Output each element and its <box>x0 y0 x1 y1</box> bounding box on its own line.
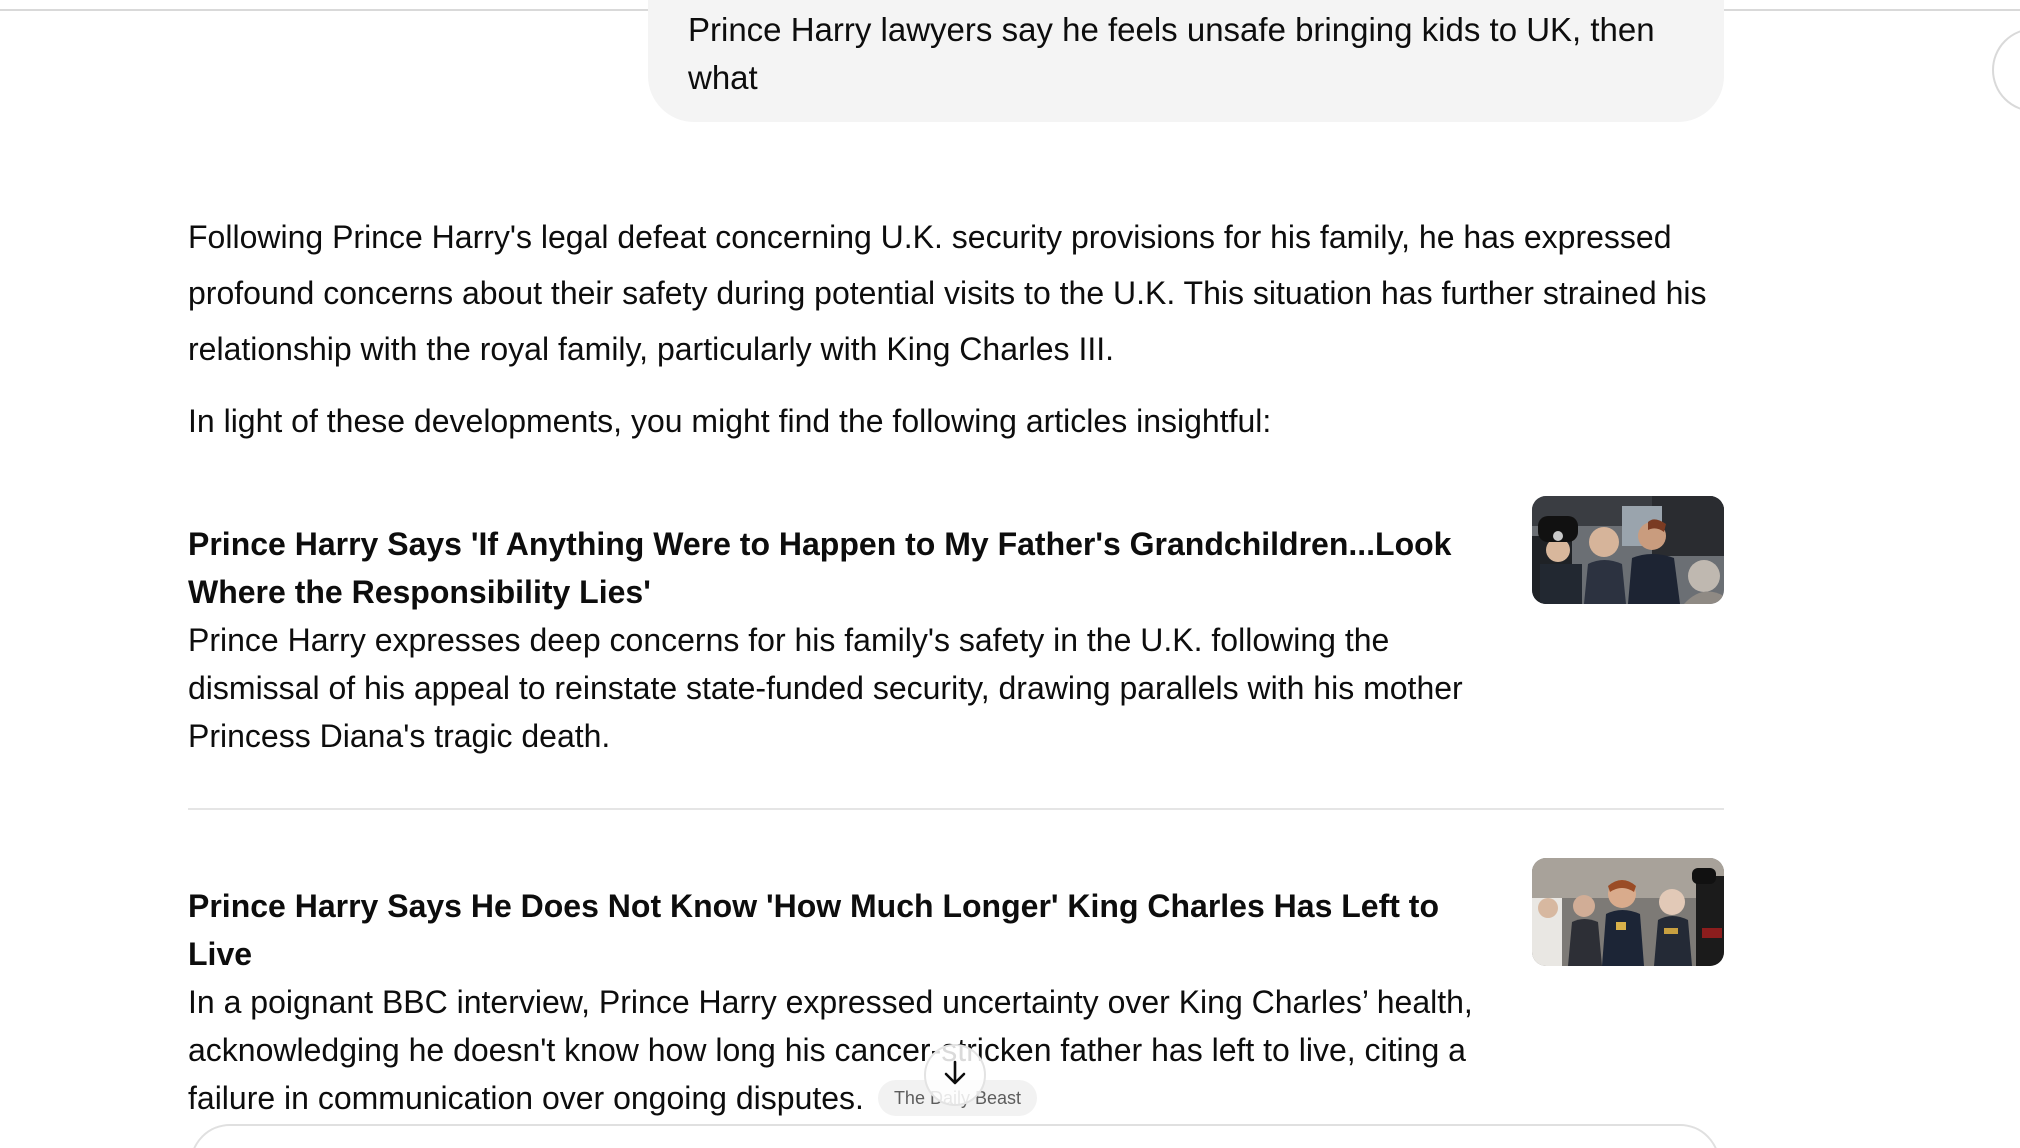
response-intro: Following Prince Harry's legal defeat co… <box>188 219 1707 367</box>
article-thumbnail[interactable] <box>1532 858 1724 966</box>
article-card[interactable]: Prince Harry Says 'If Anything Were to H… <box>188 496 1724 760</box>
article-title[interactable]: Prince Harry Says He Does Not Know 'How … <box>188 882 1488 978</box>
response-lead-in: In light of these developments, you migh… <box>188 403 1272 439</box>
user-message-bubble: Prince Harry lawyers say he feels unsafe… <box>648 0 1724 122</box>
side-action-button[interactable] <box>1992 28 2020 112</box>
message-composer[interactable] <box>190 1124 1720 1148</box>
article-summary: Prince Harry expresses deep concerns for… <box>188 622 1463 754</box>
article-summary-paragraph: In a poignant BBC interview, Prince Harr… <box>188 978 1488 1122</box>
arrow-down-icon <box>939 1057 971 1094</box>
user-message-text: Prince Harry lawyers say he feels unsafe… <box>688 11 1655 96</box>
article-title[interactable]: Prince Harry Says 'If Anything Were to H… <box>188 520 1488 616</box>
scroll-to-bottom-button[interactable] <box>924 1044 986 1106</box>
article-thumbnail[interactable] <box>1532 496 1724 604</box>
article-divider <box>188 808 1724 810</box>
article-summary: In a poignant BBC interview, Prince Harr… <box>188 984 1473 1116</box>
